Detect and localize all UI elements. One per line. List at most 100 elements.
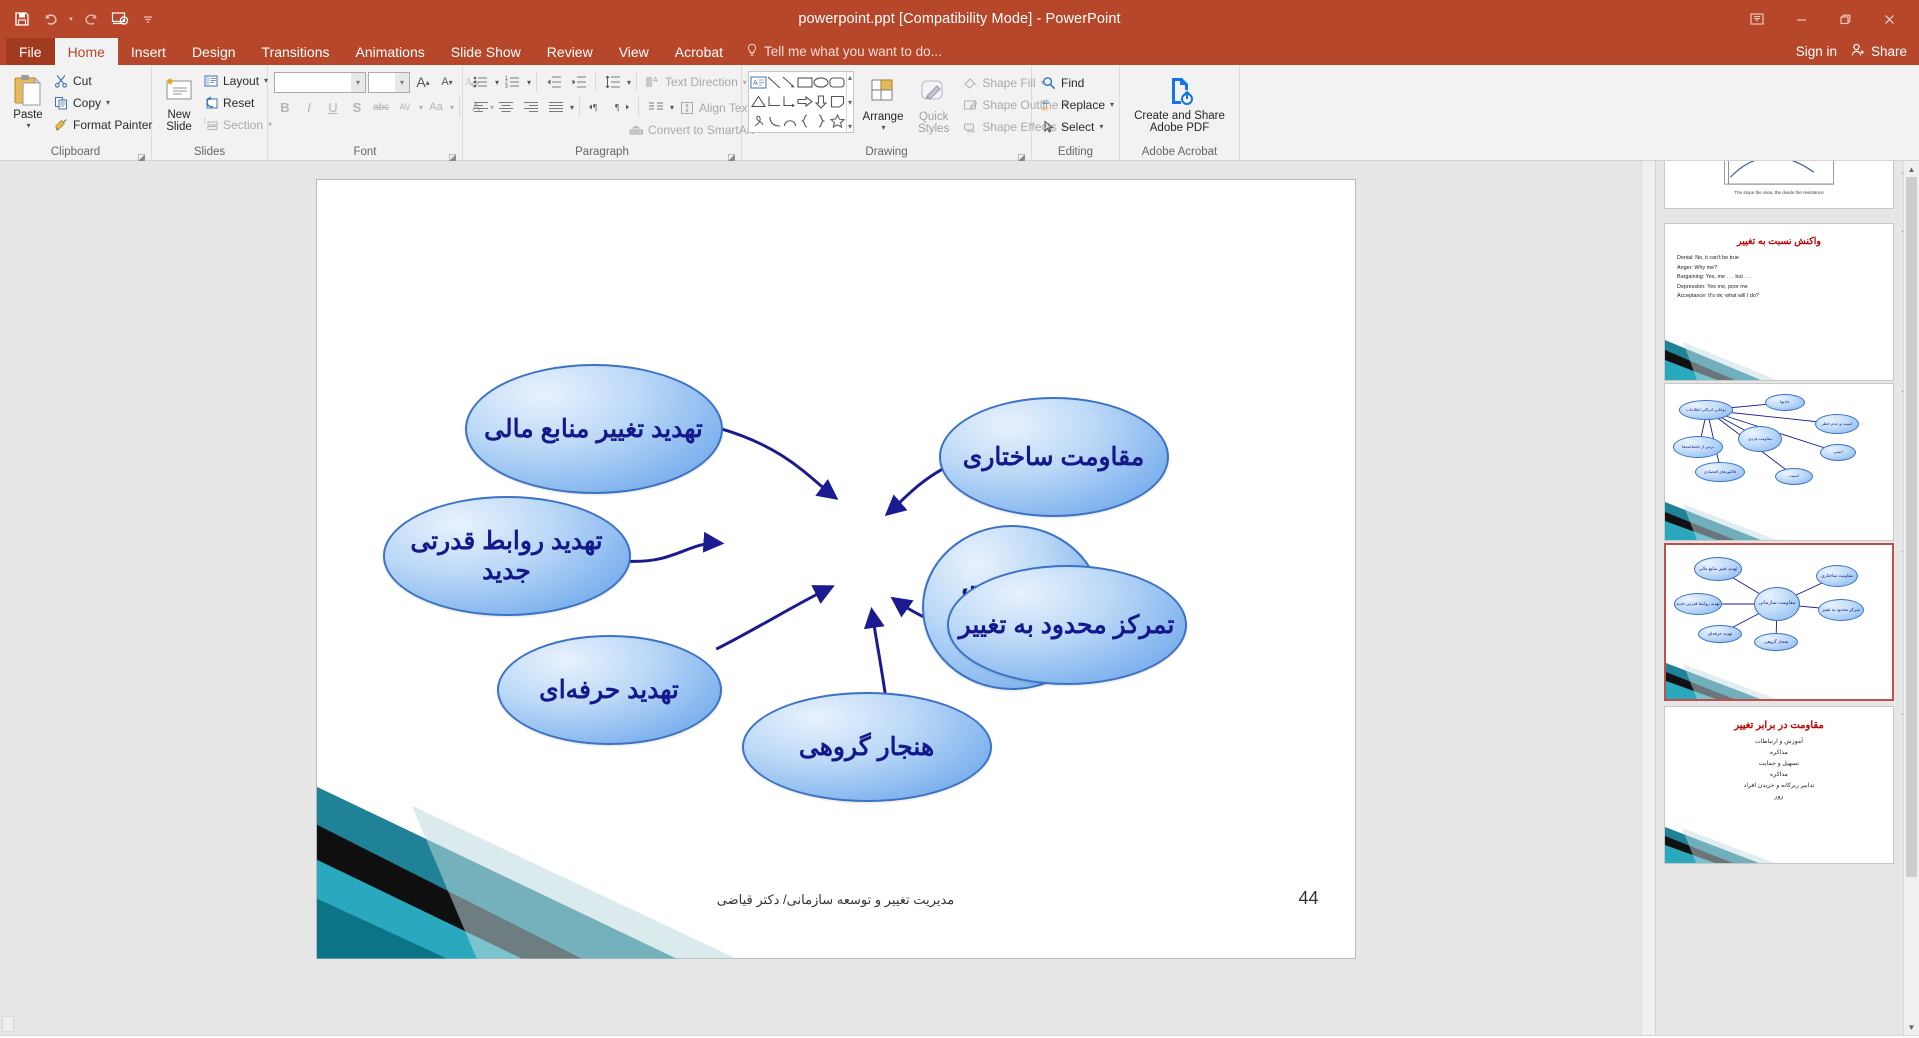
character-spacing-button[interactable]: AV	[394, 96, 416, 118]
shape-oval-icon[interactable]	[813, 73, 829, 92]
tab-design[interactable]: Design	[179, 38, 249, 65]
node-group-norm[interactable]: هنجار گروهی	[741, 692, 992, 802]
undo-icon[interactable]	[37, 6, 63, 32]
shape-line-icon[interactable]	[767, 73, 782, 92]
font-size-dropdown-icon[interactable]: ▾	[395, 72, 409, 92]
bullets-dropdown-icon[interactable]: ▾	[495, 78, 499, 87]
shape-elbow-connector-icon[interactable]	[767, 92, 782, 111]
slide-vertical-scrollbar[interactable]	[1641, 161, 1655, 1035]
underline-button[interactable]: U	[322, 96, 344, 118]
decrease-indent-button[interactable]	[542, 71, 565, 93]
thumbnail-slide-42[interactable]: واکنش نسبت به تغییر Denial: No, it can't…	[1664, 223, 1894, 381]
arrange-button[interactable]: Arrange ▾	[858, 71, 908, 134]
clipboard-dialog-launcher[interactable]: ◪	[137, 149, 146, 162]
bullets-button[interactable]	[469, 71, 492, 93]
shape-arc-icon[interactable]	[782, 112, 797, 131]
thumbnail-slide-44[interactable]: مقاومت سازمانی تهدید تغییر منابع مالی مقاو…	[1664, 543, 1894, 701]
rtl-direction-button[interactable]: ¶	[610, 96, 633, 118]
thumbnail-scroll-up-icon[interactable]: ▲	[1904, 161, 1919, 177]
change-case-dropdown-icon[interactable]: ▾	[450, 103, 454, 112]
shrink-font-button[interactable]: A ▾	[436, 71, 458, 93]
tab-home[interactable]: Home	[54, 38, 118, 65]
new-slide-button[interactable]: New Slide	[158, 69, 200, 135]
tab-animations[interactable]: Animations	[342, 38, 437, 65]
select-dropdown-icon[interactable]: ▾	[1099, 122, 1103, 131]
slide-thumbnail-pane[interactable]: The slope the area, the divide the resis…	[1655, 161, 1919, 1035]
section-button[interactable]: Section ▾	[200, 114, 277, 135]
paste-button[interactable]: Paste ▾	[6, 69, 50, 132]
columns-button[interactable]	[644, 96, 667, 118]
shape-left-brace-icon[interactable]	[797, 112, 813, 131]
tab-insert[interactable]: Insert	[118, 38, 179, 65]
find-button[interactable]: Find	[1038, 72, 1119, 93]
bold-button[interactable]: B	[274, 96, 296, 118]
shape-curve-icon[interactable]	[767, 112, 782, 131]
italic-button[interactable]: I	[298, 96, 320, 118]
select-button[interactable]: Select ▾	[1038, 116, 1119, 137]
customize-qat-icon[interactable]	[135, 6, 161, 32]
save-icon[interactable]	[9, 6, 35, 32]
tell-me-search[interactable]: Tell me what you want to do...	[746, 38, 942, 65]
copy-button[interactable]: Copy ▾	[50, 92, 157, 113]
thumbnail-scroll-down-icon[interactable]: ▼	[1904, 1019, 1919, 1035]
tab-slide-show[interactable]: Slide Show	[438, 38, 534, 65]
tab-file[interactable]: File	[6, 38, 55, 65]
node-threat-to-financial-resources[interactable]: تهدید تغییر منابع مالی	[464, 364, 723, 494]
font-name-dropdown-icon[interactable]: ▾	[351, 72, 365, 92]
undo-dropdown-icon[interactable]: ▾	[65, 6, 77, 32]
node-structural-resistance[interactable]: مقاومت ساختاری	[938, 397, 1169, 517]
align-dropdown-icon[interactable]: ▾	[570, 103, 574, 112]
columns-dropdown-icon[interactable]: ▾	[670, 103, 674, 112]
tab-view[interactable]: View	[606, 38, 662, 65]
paste-dropdown-icon[interactable]: ▾	[26, 121, 30, 130]
shapes-scroll-up-icon[interactable]: ▴	[848, 73, 852, 82]
thumbnail-scrollbar[interactable]: ▲ ▼	[1903, 161, 1919, 1035]
restore-icon[interactable]	[1823, 4, 1867, 34]
shapes-gallery[interactable]: A ▴ ▾ ▾	[748, 71, 854, 133]
shape-rounded-rectangle-icon[interactable]	[829, 73, 845, 92]
shape-down-arrow-icon[interactable]	[813, 92, 829, 111]
replace-button[interactable]: ab ac Replace ▾	[1038, 94, 1119, 115]
paragraph-dialog-launcher[interactable]: ◪	[727, 149, 736, 162]
numbering-button[interactable]: 123	[501, 71, 524, 93]
font-name-combo[interactable]: ▾	[274, 71, 366, 93]
thumbnail-slide-45[interactable]: مقاومت در برابر تغییر آموزش و ارتباطات م…	[1664, 706, 1894, 864]
ribbon-display-options-icon[interactable]	[1735, 4, 1779, 34]
arrange-dropdown-icon[interactable]: ▾	[881, 123, 885, 132]
align-center-button[interactable]	[494, 96, 517, 118]
tab-transitions[interactable]: Transitions	[249, 38, 343, 65]
ltr-direction-button[interactable]: ¶	[585, 96, 608, 118]
create-and-share-adobe-pdf-button[interactable]: Create and Share Adobe PDF	[1126, 70, 1233, 136]
line-spacing-dropdown-icon[interactable]: ▾	[627, 78, 631, 87]
grow-font-button[interactable]: A ▴	[412, 71, 434, 93]
minimize-icon[interactable]	[1779, 4, 1823, 34]
change-case-button[interactable]: Aa	[425, 96, 447, 118]
replace-dropdown-icon[interactable]: ▾	[1110, 100, 1114, 109]
line-spacing-button[interactable]	[601, 71, 624, 93]
shape-triangle-icon[interactable]	[750, 92, 767, 111]
shape-folded-corner-icon[interactable]	[829, 92, 845, 111]
align-left-button[interactable]	[469, 96, 492, 118]
character-spacing-dropdown-icon[interactable]: ▾	[419, 103, 423, 112]
increase-indent-button[interactable]	[567, 71, 590, 93]
shape-textbox-icon[interactable]: A	[750, 73, 767, 92]
text-shadow-button[interactable]: S	[346, 96, 368, 118]
shape-star-icon[interactable]	[829, 112, 845, 131]
numbering-dropdown-icon[interactable]: ▾	[527, 78, 531, 87]
shape-right-brace-icon[interactable]	[813, 112, 829, 131]
node-limited-focus-on-change[interactable]: تمرکز محدود به تغییر	[946, 565, 1187, 685]
thumbnail-scroll-thumb[interactable]	[1906, 177, 1917, 877]
tab-acrobat[interactable]: Acrobat	[662, 38, 736, 65]
shapes-scroll-down-icon[interactable]: ▾	[848, 98, 852, 107]
font-dialog-launcher[interactable]: ◪	[448, 149, 457, 162]
node-professional-threat[interactable]: تهدید حرفه‌ای	[496, 635, 722, 745]
justify-button[interactable]	[544, 96, 567, 118]
strikethrough-button[interactable]: abc	[370, 96, 392, 118]
shape-right-arrow-icon[interactable]	[797, 92, 813, 111]
shape-elbow-arrow-icon[interactable]	[782, 92, 797, 111]
shape-scribble-icon[interactable]	[750, 112, 767, 131]
shapes-gallery-scrollbar[interactable]: ▴ ▾ ▾	[846, 72, 853, 132]
tab-review[interactable]: Review	[534, 38, 606, 65]
font-size-combo[interactable]: ▾	[368, 71, 410, 93]
shapes-gallery-more-icon[interactable]: ▾	[848, 122, 852, 131]
